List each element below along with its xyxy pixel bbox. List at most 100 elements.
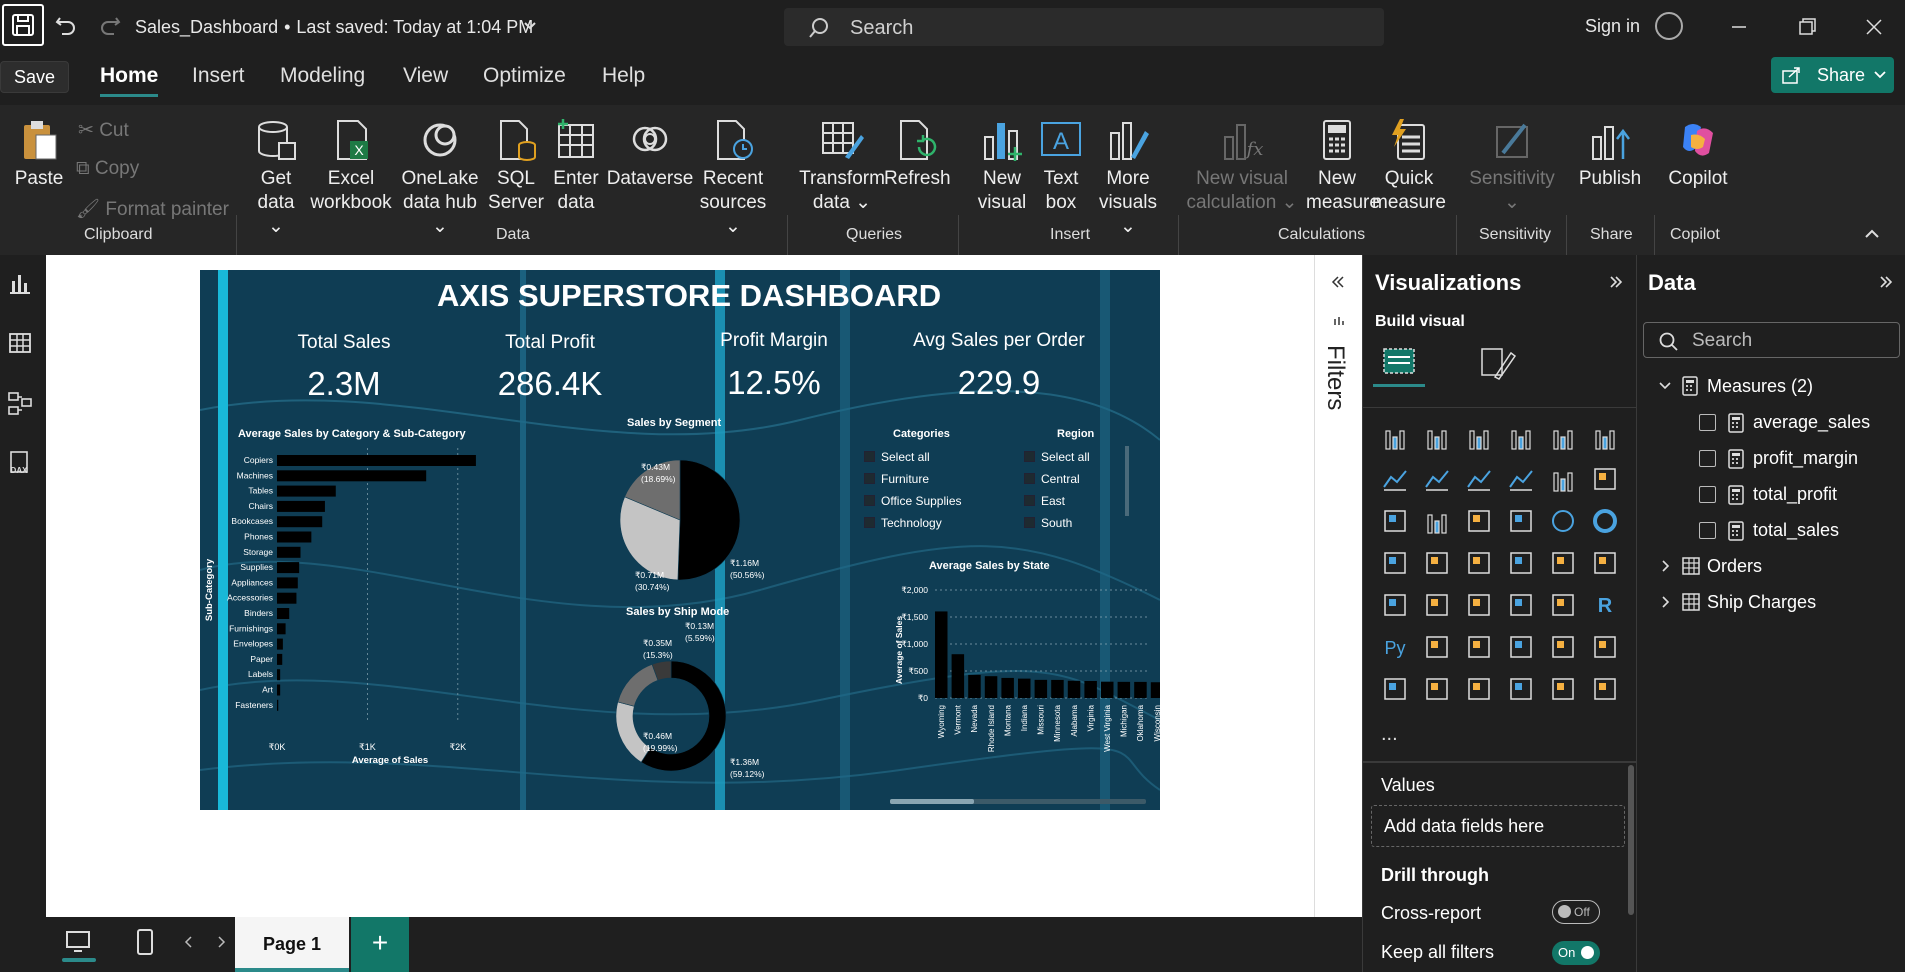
- area-icon[interactable]: [1423, 465, 1451, 493]
- subcategory-bar-chart[interactable]: ₹0K ₹1K ₹2K Copiers Machines Tables Chairs Book…: [200, 440, 500, 810]
- paginated-icon[interactable]: [1381, 675, 1409, 703]
- checkbox[interactable]: [1699, 486, 1716, 503]
- redo-icon[interactable]: [96, 12, 124, 40]
- filled-map-icon[interactable]: [1465, 549, 1493, 577]
- waterfall-icon[interactable]: [1423, 507, 1451, 535]
- tab-view[interactable]: View: [403, 64, 448, 88]
- restore-icon[interactable]: [1794, 14, 1820, 40]
- card-icon[interactable]: [1591, 549, 1619, 577]
- new-visual-button[interactable]: New visual: [976, 117, 1028, 215]
- matrix-icon[interactable]: [1549, 591, 1577, 619]
- power-apps-icon[interactable]: [1549, 675, 1577, 703]
- stacked-column-icon[interactable]: [1423, 423, 1451, 451]
- keep-filters-toggle[interactable]: On: [1552, 941, 1600, 965]
- metrics-icon[interactable]: [1591, 633, 1619, 661]
- kpi-icon[interactable]: [1423, 591, 1451, 619]
- slicer-item[interactable]: East: [1024, 494, 1065, 508]
- collapse-right-icon[interactable]: [1879, 275, 1893, 289]
- power-automate-icon[interactable]: [1591, 675, 1619, 703]
- funnel-icon[interactable]: [1465, 507, 1493, 535]
- scatter-icon[interactable]: [1507, 507, 1535, 535]
- slicer-item[interactable]: Select all: [864, 450, 930, 464]
- horizontal-scrollbar[interactable]: [890, 799, 1146, 804]
- copilot-button[interactable]: Copilot: [1662, 117, 1734, 191]
- ribbon-icon[interactable]: [1507, 465, 1535, 493]
- mobile-layout-icon[interactable]: [135, 927, 155, 957]
- copy-button[interactable]: ⧉ Copy: [76, 158, 139, 180]
- chevron-right-icon[interactable]: [216, 935, 226, 949]
- tab-modeling[interactable]: Modeling: [280, 64, 365, 88]
- segment-pie-chart[interactable]: ₹1.16M (50.56%) ₹0.71M (30.74%) ₹0.43M (18.69…: [525, 428, 805, 593]
- shipmode-donut-chart[interactable]: ₹1.36M (59.12%) ₹0.46M (19.99%) ₹0.35M (15.3%…: [525, 618, 815, 803]
- field-params-icon[interactable]: [1465, 675, 1493, 703]
- transform-data-button[interactable]: Transform data ⌄: [798, 117, 886, 215]
- sensitivity-button[interactable]: Sensitivity ⌄: [1464, 117, 1560, 215]
- slicer-item[interactable]: Select all: [1024, 450, 1090, 464]
- gauge-icon[interactable]: [1549, 549, 1577, 577]
- enter-data-button[interactable]: Enter data: [550, 117, 602, 215]
- measure-item[interactable]: average_sales: [1699, 412, 1899, 436]
- cut-button[interactable]: ✂ Cut: [78, 119, 129, 142]
- decomposition-tree-icon[interactable]: [1465, 633, 1493, 661]
- slicer-item[interactable]: Furniture: [864, 472, 929, 486]
- more-visuals-ellipsis[interactable]: ...: [1381, 723, 1398, 746]
- tab-help[interactable]: Help: [602, 64, 645, 88]
- save-icon[interactable]: [2, 4, 44, 46]
- card-new-icon[interactable]: [1423, 675, 1451, 703]
- line-stacked-icon[interactable]: [1381, 507, 1409, 535]
- line-clustered-icon[interactable]: [1591, 465, 1619, 493]
- measure-item[interactable]: profit_margin: [1699, 448, 1899, 472]
- filters-pane-collapsed[interactable]: Filters: [1314, 255, 1362, 972]
- pane-scrollbar[interactable]: [1628, 765, 1634, 915]
- tab-optimize[interactable]: Optimize: [483, 64, 566, 88]
- slicer-item[interactable]: South: [1024, 516, 1072, 530]
- clustered-bar-icon[interactable]: [1465, 423, 1493, 451]
- donut-icon[interactable]: [1591, 507, 1619, 535]
- tab-home[interactable]: Home: [100, 64, 158, 88]
- sign-in-link[interactable]: Sign in: [1585, 16, 1640, 37]
- minimize-icon[interactable]: [1726, 14, 1752, 40]
- measure-item[interactable]: total_sales: [1699, 520, 1899, 544]
- map-icon[interactable]: [1423, 549, 1451, 577]
- excel-workbook-button[interactable]: X Excel workbook: [308, 117, 394, 215]
- share-button[interactable]: Share: [1771, 57, 1894, 93]
- scrollbar-thumb[interactable]: [890, 799, 974, 804]
- slicer-item[interactable]: Technology: [864, 516, 942, 530]
- collapse-right-icon[interactable]: [1609, 275, 1623, 289]
- close-icon[interactable]: [1861, 14, 1887, 40]
- checkbox[interactable]: [1699, 522, 1716, 539]
- expand-left-icon[interactable]: [1331, 275, 1345, 289]
- stacked-area-icon[interactable]: [1465, 465, 1493, 493]
- checkbox[interactable]: [1699, 450, 1716, 467]
- narrative-icon[interactable]: [1549, 633, 1577, 661]
- avatar-icon[interactable]: [1655, 12, 1683, 40]
- table-icon[interactable]: [1507, 591, 1535, 619]
- slicer-item[interactable]: Office Supplies: [864, 494, 962, 508]
- pie-icon[interactable]: [1549, 507, 1577, 535]
- report-view-icon[interactable]: [6, 269, 34, 297]
- chevron-down-icon[interactable]: [522, 18, 538, 34]
- clustered-column-icon[interactable]: [1507, 423, 1535, 451]
- add-page-button[interactable]: +: [351, 917, 409, 972]
- slicer-scrollbar[interactable]: [1125, 446, 1129, 516]
- onelake-data-hub-button[interactable]: OneLake data hub ⌄: [396, 117, 484, 239]
- dax-query-view-icon[interactable]: DAX: [6, 449, 34, 477]
- model-view-icon[interactable]: [6, 389, 34, 417]
- checkbox[interactable]: [1699, 414, 1716, 431]
- tab-insert[interactable]: Insert: [192, 64, 245, 88]
- build-visual-tab[interactable]: [1373, 339, 1425, 387]
- r-visual-icon[interactable]: R: [1591, 591, 1619, 619]
- azure-map-icon[interactable]: [1507, 549, 1535, 577]
- search-box[interactable]: Search: [784, 8, 1384, 46]
- qa-icon[interactable]: [1507, 633, 1535, 661]
- arcgis-icon[interactable]: [1507, 675, 1535, 703]
- quick-measure-button[interactable]: Quick measure: [1372, 117, 1446, 215]
- treemap-icon[interactable]: [1381, 549, 1409, 577]
- key-influencers-icon[interactable]: [1423, 633, 1451, 661]
- publish-button[interactable]: Publish: [1574, 117, 1646, 191]
- refresh-button[interactable]: Refresh: [884, 117, 951, 191]
- new-measure-button[interactable]: New measure: [1306, 117, 1380, 215]
- text-box-button[interactable]: A Text box: [1036, 117, 1086, 215]
- new-visual-calculation-button[interactable]: fx New visual calculation ⌄: [1186, 117, 1298, 215]
- data-search-input[interactable]: Search: [1643, 322, 1900, 358]
